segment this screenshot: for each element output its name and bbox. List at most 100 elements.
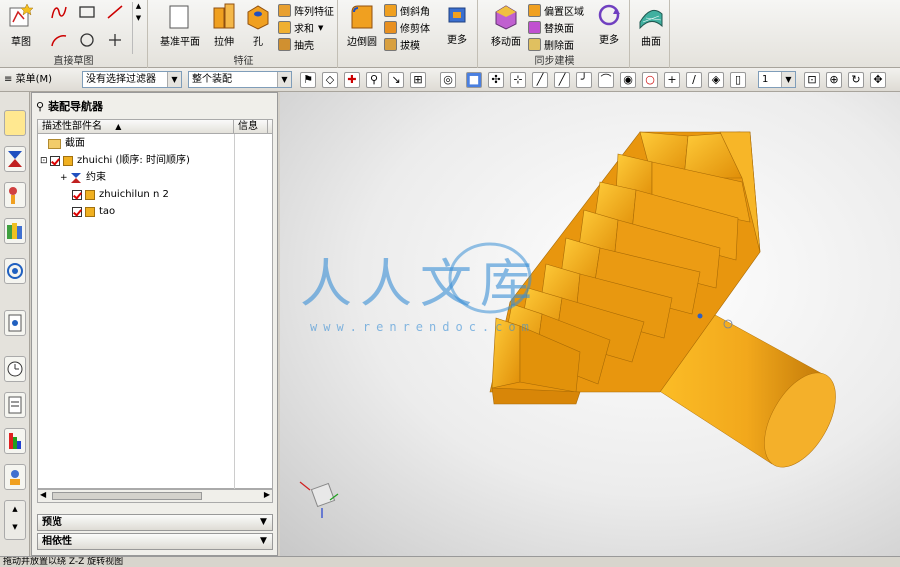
tree-node-component-gear[interactable]: zhuichilun n 2 (72, 187, 169, 203)
draft-button[interactable]: 拔模 (384, 36, 420, 53)
shell-button[interactable]: 抽壳 (278, 36, 314, 53)
select-point-icon[interactable]: ✚ (344, 72, 360, 88)
show-hide-icon[interactable]: ◎ (440, 72, 456, 88)
control-point-snap-icon[interactable]: ╱ (554, 72, 570, 88)
scroll-right-icon[interactable]: ▶ (264, 490, 270, 499)
offset-region-button[interactable]: 偏置区域 (528, 2, 584, 19)
column-descriptive-name[interactable]: 描述性部件名 ▲ (38, 120, 234, 133)
fit-view-icon[interactable]: ⊡ (804, 72, 820, 88)
quadrant-snap-icon[interactable]: ◉ (620, 72, 636, 88)
tree-node-component-sleeve[interactable]: tao (72, 204, 115, 220)
scrollbar-thumb[interactable] (52, 492, 202, 500)
layer-number-combo[interactable]: 1 ▼ (758, 71, 796, 88)
pattern-feature-button[interactable]: 阵列特征 (278, 2, 334, 19)
more-feature-label: 更多 (447, 35, 467, 46)
chevron-down-icon: ▼ (260, 536, 267, 546)
assembly-navigator-tab-icon[interactable] (4, 110, 26, 136)
visibility-checkbox[interactable] (50, 156, 60, 166)
quickpick-icon[interactable]: ⊞ (410, 72, 426, 88)
line-tool[interactable] (104, 2, 126, 22)
nx-application-window: 草图 ▲ ▼ 直接草图 基准平面 拉伸 孔 阵列特征 求和 ▼ 抽壳 特征 边倒… (0, 0, 900, 567)
visibility-checkbox[interactable] (72, 207, 82, 217)
part-navigator-tab-icon[interactable] (4, 182, 26, 208)
rectangle-tool[interactable] (76, 2, 98, 22)
navigator-title-text: 装配导航器 (48, 100, 104, 113)
pan-icon[interactable]: ✥ (870, 72, 886, 88)
extrude-button[interactable]: 拉伸 (206, 2, 242, 50)
rotate-icon[interactable]: ↻ (848, 72, 864, 88)
tree-node-label: 约束 (86, 172, 106, 183)
assembly-navigator-panel: ⚲ 装配导航器 描述性部件名 ▲ 信息 截面 ⊡ zhuichi (顺序: 时间顺… (31, 92, 278, 556)
circle-tool[interactable] (76, 30, 98, 50)
surface-button[interactable]: 曲面 (636, 2, 666, 50)
process-studio-tab-icon[interactable] (4, 392, 26, 418)
replace-face-label: 替换面 (544, 24, 574, 35)
mid-point-snap-icon[interactable]: ╱ (532, 72, 548, 88)
chamfer-label: 倒斜角 (400, 7, 430, 18)
visibility-checkbox[interactable] (72, 190, 82, 200)
clock-icon[interactable] (4, 356, 26, 382)
bounded-grid-icon[interactable]: ▯ (730, 72, 746, 88)
tree-node-root-assembly[interactable]: ⊡ zhuichi (顺序: 时间顺序) (40, 153, 190, 169)
navigator-horizontal-scrollbar[interactable]: ◀ ▶ (37, 489, 273, 503)
scroll-left-icon[interactable]: ◀ (40, 490, 46, 499)
tree-node-constraints[interactable]: + 约束 (60, 170, 106, 186)
snap-icon[interactable]: ↘ (388, 72, 404, 88)
move-face-button[interactable]: 移动面 (486, 2, 526, 50)
arc-tool[interactable] (48, 30, 70, 50)
expand-toggle-icon[interactable]: + (60, 170, 70, 186)
end-point-snap-icon[interactable]: ⊹ (510, 72, 526, 88)
point-on-face-snap-icon[interactable]: ◈ (708, 72, 724, 88)
sketch-gallery-scroller[interactable]: ▲ ▼ (132, 2, 144, 54)
select-body-icon[interactable]: ◇ (322, 72, 338, 88)
datum-plane-button[interactable]: 基准平面 (158, 2, 202, 50)
tree-node-section[interactable]: 截面 (48, 136, 85, 152)
sketch-button[interactable]: 草图 (4, 2, 38, 50)
palette-tab-icon[interactable] (4, 428, 26, 454)
chamfer-button[interactable]: 倒斜角 (384, 2, 430, 19)
edge-blend-button[interactable]: 边倒圆 (344, 2, 380, 50)
unite-dropdown-icon[interactable]: ▼ (318, 24, 323, 32)
history-tab-icon[interactable] (4, 310, 26, 336)
type-filter-combo[interactable]: 没有选择过滤器 ▼ (82, 71, 182, 88)
zoom-icon[interactable]: ⊕ (826, 72, 842, 88)
circle-snap-icon[interactable]: ○ (642, 72, 658, 88)
preview-panel-header[interactable]: 预览 ▼ (37, 514, 273, 531)
intersection-snap-icon[interactable]: ╯ (576, 72, 592, 88)
studio-spline-tool[interactable] (48, 2, 70, 22)
more-sync-button[interactable]: 更多 (594, 2, 624, 50)
selection-scope-combo[interactable]: 整个装配 ▼ (188, 71, 292, 88)
constraints-icon (71, 173, 81, 183)
roles-tab-icon[interactable] (4, 464, 26, 490)
reuse-library-tab-icon[interactable] (4, 218, 26, 244)
resource-bar-scroller[interactable]: ▲ ▼ (4, 500, 26, 540)
render-mode-icon[interactable]: ■ (466, 72, 482, 88)
graphics-viewport[interactable]: 人人文库 www.renrendoc.com (280, 92, 900, 556)
existing-point-snap-icon[interactable]: + (664, 72, 680, 88)
tree-node-label: zhuichilun n 2 (99, 189, 169, 200)
replace-face-button[interactable]: 替换面 (528, 19, 574, 36)
link-icon[interactable]: ⚲ (366, 72, 382, 88)
selection-intent-icon[interactable]: ✣ (488, 72, 504, 88)
dependency-panel-header[interactable]: 相依性 ▼ (37, 533, 273, 550)
select-feature-icon[interactable]: ⚑ (300, 72, 316, 88)
web-browser-tab-icon[interactable] (4, 258, 26, 284)
move-face-label: 移动面 (491, 37, 521, 48)
column-info[interactable]: 信息 (234, 120, 268, 133)
unite-button[interactable]: 求和 ▼ (278, 19, 323, 36)
point-on-curve-snap-icon[interactable]: ∕ (686, 72, 702, 88)
constraint-navigator-tab-icon[interactable] (4, 146, 26, 172)
delete-face-button[interactable]: 删除面 (528, 36, 574, 53)
chevron-down-icon: ▼ (277, 72, 291, 87)
menu-button[interactable]: ≡ 菜单(M) (4, 71, 72, 89)
arc-center-snap-icon[interactable]: ⌒ (598, 72, 614, 88)
collapse-toggle-icon[interactable]: ⊡ (40, 153, 50, 169)
type-filter-value: 没有选择过滤器 (86, 74, 156, 85)
trim-body-button[interactable]: 修剪体 (384, 19, 430, 36)
more-feature-button[interactable]: 更多 (442, 2, 472, 50)
point-tool[interactable] (104, 30, 126, 50)
pin-icon[interactable]: ⚲ (36, 100, 44, 113)
hole-button[interactable]: 孔 (244, 2, 272, 50)
wcs-triad (299, 481, 339, 518)
more-feature-icon (448, 7, 466, 23)
